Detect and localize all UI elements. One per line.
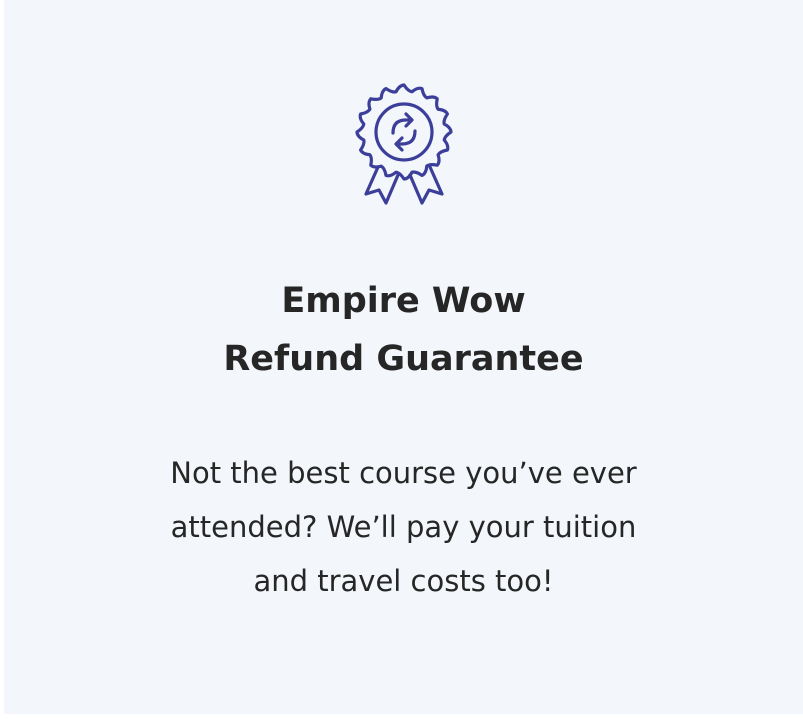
description-line-3: and travel costs too! <box>253 564 554 598</box>
inner-circle <box>374 102 434 162</box>
rosette-outline <box>355 83 453 181</box>
refund-guarantee-card: Empire Wow Refund Guarantee Not the best… <box>4 0 803 714</box>
award-badge-refresh-icon <box>355 83 453 205</box>
description-line-2: attended? We’ll pay your tuition <box>170 510 637 544</box>
card-description: Not the best course you’ve ever attended… <box>94 446 713 608</box>
title-line-1: Empire Wow <box>281 281 526 321</box>
description-line-1: Not the best course you’ve ever <box>170 456 637 490</box>
card-title: Empire Wow Refund Guarantee <box>4 272 803 388</box>
title-line-2: Refund Guarantee <box>223 339 584 379</box>
